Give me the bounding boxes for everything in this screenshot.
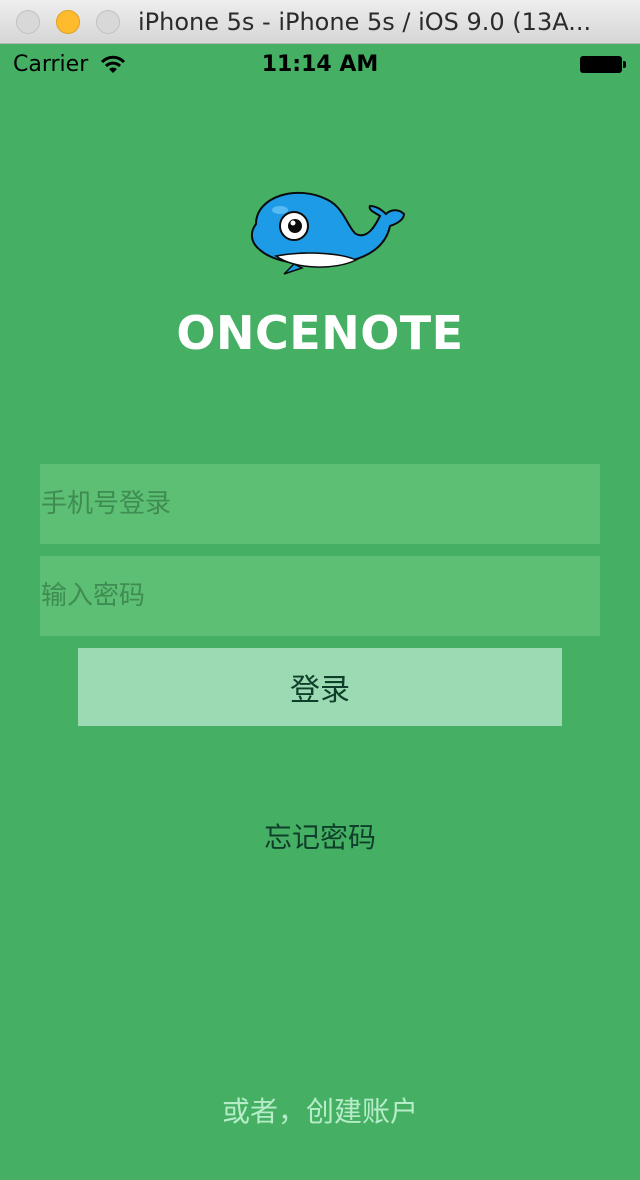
- forgot-password-row: 忘记密码: [0, 816, 640, 856]
- window-close-button[interactable]: [16, 10, 40, 34]
- window-minimize-button[interactable]: [56, 10, 80, 34]
- status-time: 11:14 AM: [261, 52, 379, 77]
- phone-input[interactable]: [40, 464, 600, 544]
- window-zoom-button[interactable]: [96, 10, 120, 34]
- forgot-password-link[interactable]: 忘记密码: [264, 821, 376, 854]
- window-titlebar: iPhone 5s - iPhone 5s / iOS 9.0 (13A...: [0, 0, 640, 44]
- battery-tip: [623, 61, 626, 68]
- app-title: ONCENOTE: [176, 306, 464, 360]
- whale-logo-icon: [250, 191, 406, 275]
- password-field[interactable]: [40, 556, 600, 636]
- battery-icon: [580, 56, 622, 73]
- status-bar: Carrier 11:14 AM: [0, 44, 640, 84]
- create-account-link[interactable]: 或者，创建账户: [222, 1095, 418, 1128]
- create-account-row: 或者，创建账户: [0, 1090, 640, 1130]
- window-title: iPhone 5s - iPhone 5s / iOS 9.0 (13A...: [138, 8, 592, 36]
- phone-field[interactable]: [40, 464, 600, 544]
- login-button[interactable]: 登录: [78, 648, 562, 726]
- password-input[interactable]: [40, 556, 600, 636]
